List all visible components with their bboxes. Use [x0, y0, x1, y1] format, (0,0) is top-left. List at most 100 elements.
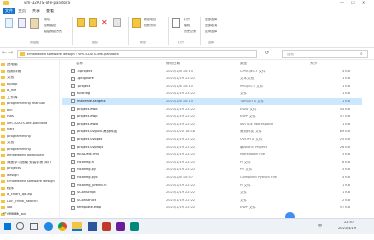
file-row[interactable]: makefile.targets 2023/1/8 10:15 TARGETS 文件… [62, 98, 362, 106]
ribbon-new-item[interactable]: 新建项目 [144, 18, 156, 21]
app-icon[interactable] [130, 222, 139, 231]
tray-lang[interactable]: 中 [318, 224, 322, 228]
file-row[interactable]: project.uvoptx 2023/1/19 22:22 UVOPTX 文件 25… [62, 136, 362, 143]
folder-icon [1, 180, 5, 183]
file-row[interactable]: rtconfig_preinc.h 2023/1/19 22:22 H 文件 1 KB [62, 182, 362, 189]
nav-item[interactable]: 工作库 [0, 95, 59, 101]
back-arrow-icon[interactable]: ← [2, 50, 7, 56]
forward-arrow-icon[interactable]: → [8, 50, 13, 56]
file-row[interactable]: .gitignore 2023/1/19 22:22 文本文档 1 KB [62, 76, 362, 83]
menu-home[interactable]: 主页 [18, 9, 26, 13]
minimize-button[interactable]: — [340, 1, 344, 5]
nav-item[interactable]: 此电脑 [0, 62, 59, 68]
address-input[interactable]: Embedded software design › vm-32ATS-ofe-… [17, 50, 257, 58]
nav-item[interactable]: programming manual [0, 101, 59, 107]
nav-item[interactable]: programming [0, 134, 59, 140]
file-row[interactable]: project.uvguix.黑刻科技 2023/1/20 18:18 黑刻科技 文… [62, 129, 362, 136]
nav-item[interactable]: 深度学习指南 安装手册 简介 [0, 160, 59, 166]
close-button[interactable]: ✕ [362, 1, 365, 5]
ribbon-edit[interactable]: 编辑 [184, 24, 190, 27]
refresh-icon[interactable]: ⟳ [265, 51, 269, 56]
ribbon-copy-path[interactable]: 复制路径 [44, 24, 56, 27]
nav-item[interactable]: 视频存储 [0, 69, 59, 75]
nav-item[interactable]: design [0, 173, 59, 179]
file-row[interactable]: project.uvprojx 2023/1/19 22:22 礦ision5 Pr… [62, 144, 362, 151]
nav-item[interactable]: a_file [0, 88, 59, 94]
ribbon-select-none[interactable]: 全部取消 [205, 24, 217, 27]
nav-item[interactable]: lab [0, 205, 59, 211]
windows-start-icon[interactable] [4, 223, 11, 230]
delete-icon[interactable]: ✕ [101, 18, 109, 27]
nav-item[interactable]: a_chart_qa.zip [0, 192, 59, 198]
menu-file[interactable]: 文件 [3, 8, 15, 14]
properties-icon[interactable] [172, 18, 180, 28]
ribbon-cut[interactable]: 剪切 [44, 18, 50, 21]
nav-item[interactable]: 文档 [0, 75, 59, 81]
nav-item-label: 文档 [7, 141, 14, 144]
nav-item[interactable]: tiptap [0, 82, 59, 88]
ribbon-easy-access[interactable]: 轻松访问 [144, 24, 156, 27]
nav-item[interactable]: projects [0, 166, 59, 172]
file-size: 1 KB [341, 92, 350, 96]
file-row[interactable]: .cproject 2023/1/8 10:15 CPROJECT 文件 4 KB [62, 68, 362, 75]
app-icon[interactable] [116, 222, 125, 231]
file-row[interactable]: README.md 2023/1/19 22:22 Markdown File 3 K… [62, 152, 362, 159]
search-input[interactable]: 搜索 ⌕ [282, 50, 368, 58]
taskbar-search-icon[interactable] [16, 222, 24, 230]
copy-to-icon[interactable] [89, 18, 97, 27]
file-row[interactable]: project.ewp 2023/1/19 22:22 EWP 文件 57 KB [62, 114, 362, 121]
nav-item[interactable]: programming [0, 147, 59, 153]
explorer-task-icon[interactable] [72, 222, 82, 231]
paste-icon[interactable] [30, 18, 39, 29]
move-to-icon[interactable] [77, 18, 85, 27]
tray-time[interactable]: 22:57 [344, 221, 354, 225]
maximize-button[interactable]: ☐ [351, 1, 355, 5]
file-row[interactable]: rtconfig.h 2023/1/19 22:22 H 文件 6 KB [62, 159, 362, 166]
ribbon-history[interactable]: 历史记录 [184, 30, 196, 33]
chrome-icon[interactable] [58, 222, 67, 231]
ribbon-invert-selection[interactable]: 反向选择 [205, 30, 217, 33]
app-icon[interactable] [102, 222, 111, 231]
nav-item[interactable]: hart [0, 127, 59, 133]
menu-share[interactable]: 共享 [32, 9, 40, 13]
column-size[interactable]: 大小 [310, 62, 317, 66]
nav-item[interactable]: rtos [0, 114, 59, 120]
file-row[interactable]: project.ewd 2023/1/19 22:22 EWD 文件 54 KB [62, 106, 362, 113]
copy-icon[interactable] [18, 18, 26, 28]
file-row[interactable]: Kconfig 2023/1/19 22:22 文件 1 KB [62, 91, 362, 98]
nav-item[interactable]: 文档 [0, 140, 59, 146]
file-name: .cproject [77, 69, 93, 73]
file-row[interactable]: rtconfig.pyc 2023/1/8 10:57 Compiled Pytho… [62, 174, 362, 181]
file-row[interactable]: .project 2023/1/8 10:15 PROJECT 文件 1 KB [62, 83, 362, 90]
ribbon-select-all[interactable]: 全部选择 [205, 18, 217, 21]
column-date[interactable]: 修改日期 [166, 62, 180, 66]
file-row[interactable]: SConscript 2023/1/19 22:22 文件 1 KB [62, 190, 362, 197]
file-row[interactable]: SConstruct 2023/1/19 22:22 文件 2 KB [62, 197, 362, 204]
column-type[interactable]: 类型 [240, 62, 247, 66]
nav-item[interactable]: vm-32ATS-ofe-pandora [0, 121, 59, 127]
file-size: 26 KB [339, 145, 350, 149]
task-view-icon[interactable] [30, 223, 38, 230]
rename-icon[interactable] [113, 18, 121, 27]
nav-item-label: a_chart_qa.zip [7, 193, 33, 196]
nav-item[interactable]: embedded download [0, 153, 59, 159]
app-icon[interactable] [88, 222, 97, 231]
nav-item[interactable]: 程序 [0, 186, 59, 192]
ribbon-paste-shortcut[interactable]: 粘贴快捷方式 [44, 30, 62, 33]
nav-item[interactable]: Embedded software design [0, 179, 59, 185]
file-rows: .cproject 2023/1/8 10:15 CPROJECT 文件 4 KB .g… [62, 68, 374, 218]
tray-date[interactable]: 2023/4/19 [338, 227, 356, 231]
new-folder-icon[interactable] [132, 18, 141, 28]
pin-icon[interactable] [5, 18, 13, 28]
browser-icon[interactable] [44, 222, 53, 231]
nav-item[interactable]: bin [0, 108, 59, 114]
menu-view[interactable]: 查看 [46, 9, 54, 13]
file-type: 黑刻科技 文件 [240, 130, 263, 134]
file-row[interactable]: project.eww 2023/1/19 22:22 IAR IDE Worksp… [62, 121, 362, 128]
file-size: 4 KB [341, 175, 350, 179]
ribbon-open[interactable]: 打开 [184, 18, 190, 21]
file-row[interactable]: rtconfig.py 2023/1/19 22:22 PY 文件 5 KB [62, 167, 362, 174]
column-name[interactable]: 名称 [76, 62, 83, 66]
nav-item[interactable]: LAF_Hindi_search [0, 199, 59, 205]
file-row[interactable]: template.ewp 2023/1/19 22:22 EWP 文件 57 KB [62, 205, 362, 212]
